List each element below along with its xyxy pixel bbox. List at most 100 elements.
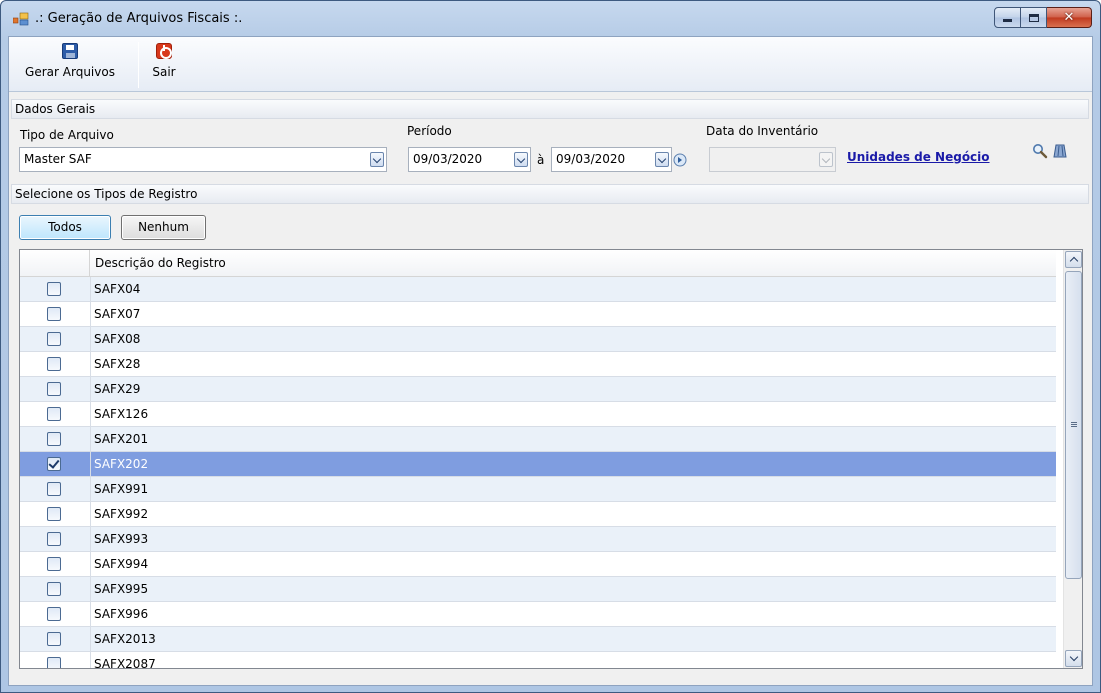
chevron-down-icon [819, 152, 833, 167]
business-units-link[interactable]: Unidades de Negócio [847, 150, 990, 164]
row-checkbox[interactable] [47, 357, 61, 371]
window-title: .: Geração de Arquivos Fiscais :. [35, 11, 243, 26]
table-row[interactable]: SAFX126 [20, 402, 1056, 427]
row-checkbox[interactable] [47, 657, 61, 668]
column-divider [90, 277, 91, 302]
description-column-header[interactable]: Descrição do Registro [95, 256, 226, 270]
column-divider [90, 377, 91, 402]
column-divider [90, 327, 91, 352]
period-label: Período [407, 124, 452, 138]
row-description: SAFX2013 [94, 632, 156, 646]
inventory-date-label: Data do Inventário [706, 124, 819, 138]
row-checkbox[interactable] [47, 532, 61, 546]
table-row[interactable]: SAFX202 [20, 452, 1056, 477]
scroll-thumb[interactable] [1065, 271, 1082, 579]
row-description: SAFX996 [94, 607, 149, 621]
row-checkbox[interactable] [47, 507, 61, 521]
generate-files-button[interactable]: Gerar Arquivos [13, 43, 127, 89]
row-checkbox[interactable] [47, 607, 61, 621]
table-row[interactable]: SAFX2087 [20, 652, 1056, 669]
table-row[interactable]: SAFX2013 [20, 627, 1056, 652]
general-section-header: Dados Gerais [11, 99, 1089, 119]
minimize-button[interactable] [994, 7, 1021, 28]
table-row[interactable]: SAFX28 [20, 352, 1056, 377]
row-checkbox[interactable] [47, 282, 61, 296]
row-checkbox[interactable] [47, 382, 61, 396]
row-checkbox[interactable] [47, 582, 61, 596]
title-bar[interactable]: .: Geração de Arquivos Fiscais :. ✕ [1, 1, 1100, 37]
row-description: SAFX07 [94, 307, 141, 321]
table-row[interactable]: SAFX08 [20, 327, 1056, 352]
minimize-icon [1003, 19, 1012, 22]
column-divider [90, 652, 91, 668]
row-checkbox[interactable] [47, 457, 61, 471]
column-divider [90, 452, 91, 477]
period-start-value: 09/03/2020 [413, 152, 483, 166]
table-row[interactable]: SAFX993 [20, 527, 1056, 552]
chevron-down-icon[interactable] [370, 152, 384, 167]
maximize-button[interactable] [1021, 7, 1047, 28]
row-description: SAFX28 [94, 357, 141, 371]
table-row[interactable]: SAFX07 [20, 302, 1056, 327]
calendar-dropdown-icon[interactable] [655, 152, 669, 167]
column-divider [90, 302, 91, 327]
close-icon: ✕ [1063, 10, 1075, 25]
close-button[interactable]: ✕ [1047, 7, 1092, 28]
window-controls: ✕ [994, 7, 1092, 28]
row-description: SAFX993 [94, 532, 149, 546]
table-row[interactable]: SAFX995 [20, 577, 1056, 602]
generate-files-label: Gerar Arquivos [25, 65, 115, 79]
check-column-header[interactable] [20, 250, 90, 276]
row-checkbox[interactable] [47, 432, 61, 446]
row-description: SAFX992 [94, 507, 149, 521]
exit-button[interactable]: Sair [147, 43, 181, 89]
row-checkbox[interactable] [47, 307, 61, 321]
row-description: SAFX2087 [94, 657, 156, 669]
row-checkbox[interactable] [47, 482, 61, 496]
file-type-select[interactable]: Master SAF [19, 147, 387, 172]
row-checkbox[interactable] [47, 557, 61, 571]
row-checkbox[interactable] [47, 632, 61, 646]
column-divider [90, 577, 91, 602]
app-icon [12, 12, 29, 26]
toolbar-separator [138, 42, 139, 88]
column-divider [90, 427, 91, 452]
scroll-up-button[interactable] [1065, 251, 1082, 268]
grip-icon [1071, 422, 1077, 427]
period-start-date[interactable]: 09/03/2020 [408, 147, 531, 172]
table-row[interactable]: SAFX04 [20, 277, 1056, 302]
file-type-value: Master SAF [24, 152, 92, 166]
table-row[interactable]: SAFX992 [20, 502, 1056, 527]
table-row[interactable]: SAFX29 [20, 377, 1056, 402]
row-description: SAFX201 [94, 432, 149, 446]
grid-rows: SAFX04 SAFX07 SAFX08 SAFX28 SAFX29 SAFX126 SAF… [20, 277, 1056, 669]
inventory-date-select [709, 147, 836, 172]
column-divider [90, 502, 91, 527]
table-row[interactable]: SAFX201 [20, 427, 1056, 452]
maximize-icon [1028, 13, 1039, 22]
table-row[interactable]: SAFX991 [20, 477, 1056, 502]
table-row[interactable]: SAFX994 [20, 552, 1056, 577]
search-icon[interactable] [1032, 143, 1048, 159]
calendar-dropdown-icon[interactable] [514, 152, 528, 167]
select-all-button[interactable]: Todos [19, 215, 111, 240]
row-description: SAFX126 [94, 407, 149, 421]
eraser-icon[interactable] [1052, 143, 1068, 159]
row-checkbox[interactable] [47, 407, 61, 421]
vertical-scrollbar[interactable] [1063, 250, 1082, 668]
row-checkbox[interactable] [47, 332, 61, 346]
row-description: SAFX29 [94, 382, 141, 396]
file-type-label: Tipo de Arquivo [20, 128, 114, 142]
row-description: SAFX991 [94, 482, 149, 496]
calendar-icon[interactable] [673, 153, 687, 167]
records-section-header: Selecione os Tipos de Registro [11, 184, 1089, 204]
column-divider [90, 552, 91, 577]
period-end-date[interactable]: 09/03/2020 [551, 147, 672, 172]
exit-icon [156, 43, 172, 59]
column-divider [90, 602, 91, 627]
table-row[interactable]: SAFX996 [20, 602, 1056, 627]
grid-header: Descrição do Registro [20, 250, 1056, 277]
row-description: SAFX08 [94, 332, 141, 346]
scroll-down-button[interactable] [1065, 650, 1082, 667]
select-none-button[interactable]: Nenhum [121, 215, 206, 240]
